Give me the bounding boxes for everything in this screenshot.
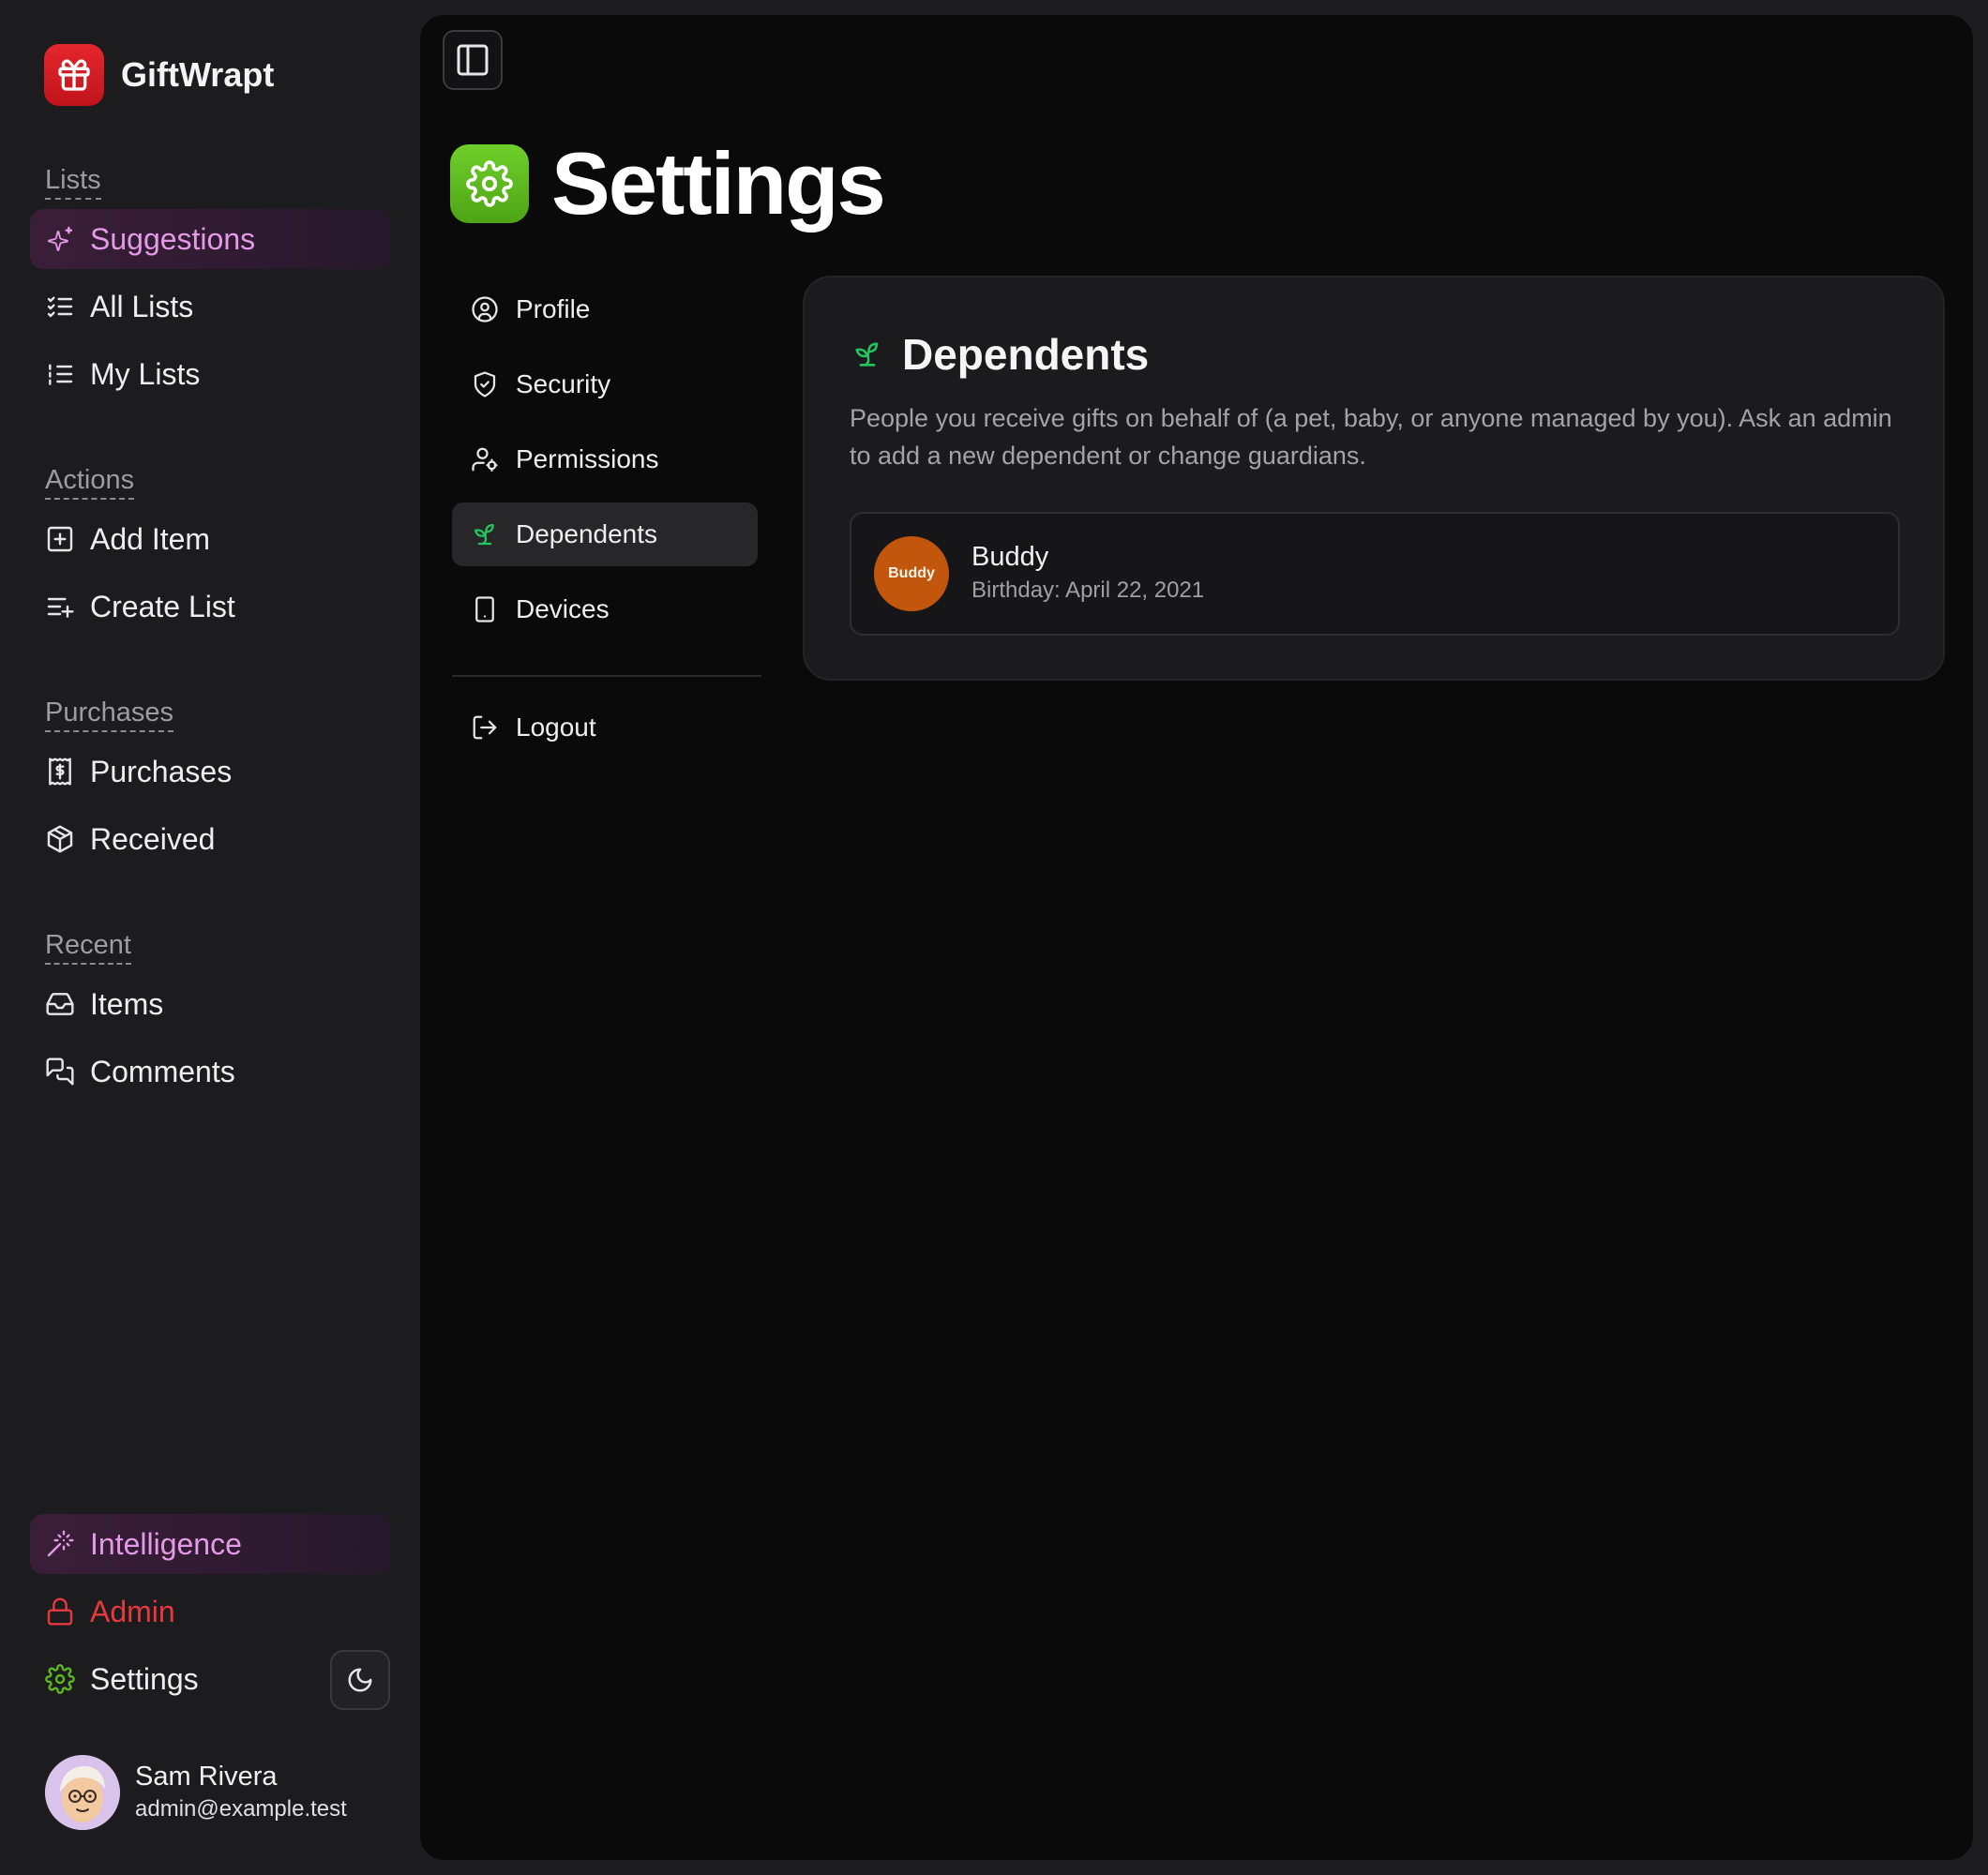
dependent-birthday: Birthday: April 22, 2021 [971, 578, 1205, 603]
sidebar-item-label: Admin [90, 1594, 175, 1628]
divider [452, 675, 761, 677]
sidebar-item-suggestions[interactable]: Suggestions [30, 209, 390, 269]
sidebar-item-comments[interactable]: Comments [30, 1042, 390, 1102]
settings-tab-security[interactable]: Security [452, 352, 758, 416]
package-icon [47, 825, 73, 853]
logout-button[interactable]: Logout [452, 696, 758, 759]
settings-tab-dependents[interactable]: Dependents [452, 502, 758, 566]
section-label-purchases: Purchases [45, 697, 174, 732]
sidebar-item-add-item[interactable]: Add Item [30, 509, 390, 569]
user-name: Sam Rivera [135, 1762, 278, 1792]
sidebar-item-label: Items [90, 986, 164, 1021]
sidebar-item-purchases[interactable]: Purchases [30, 742, 390, 802]
shield-check-icon [474, 371, 496, 398]
sidebar-item-intelligence[interactable]: Intelligence [30, 1514, 390, 1574]
gear-icon [450, 144, 529, 223]
magic-wand-icon [47, 1530, 74, 1557]
sidebar-item-label: Settings [90, 1661, 199, 1696]
settings-tab-label: Logout [516, 712, 596, 742]
sidebar-toggle-button[interactable] [443, 30, 503, 90]
plus-square-icon [47, 526, 73, 552]
theme-toggle-button[interactable] [330, 1650, 390, 1710]
avatar [45, 1755, 120, 1830]
sidebar-item-label: Intelligence [90, 1526, 242, 1561]
tablet-icon [475, 596, 494, 622]
messages-icon [46, 1058, 74, 1086]
card-description: People you receive gifts on behalf of (a… [850, 404, 1892, 470]
sidebar-item-create-list[interactable]: Create List [30, 577, 390, 637]
settings-tab-label: Security [516, 369, 611, 398]
main-content: Settings Profile Security Permissions De… [420, 15, 1973, 1860]
sidebar-item-items[interactable]: Items [30, 974, 390, 1034]
section-label-lists: Lists [45, 164, 101, 200]
page-header: Settings [450, 134, 886, 232]
sparkles-icon [48, 226, 73, 251]
gear-icon [45, 1664, 75, 1694]
panel-left-icon [457, 44, 489, 76]
sidebar-item-my-lists[interactable]: My Lists [30, 344, 390, 404]
settings-tab-profile[interactable]: Profile [452, 278, 758, 341]
sidebar-item-label: Add Item [90, 521, 211, 556]
dependent-name: Buddy [971, 542, 1049, 572]
user-email: admin@example.test [135, 1796, 347, 1822]
page-title: Settings [551, 134, 886, 232]
dependents-card: Dependents People you receive gifts on b… [803, 276, 1945, 681]
gift-icon [44, 44, 104, 106]
list-checks-icon [47, 296, 73, 318]
app-name: GiftWrapt [121, 55, 275, 94]
section-label-recent: Recent [45, 929, 131, 965]
sidebar: GiftWrapt Lists Suggestions All Lists My… [0, 0, 420, 1875]
settings-tab-label: Profile [516, 294, 591, 323]
list-ordered-icon [49, 364, 73, 385]
sidebar-item-label: Suggestions [90, 221, 256, 256]
inbox-icon [46, 993, 74, 1015]
dependent-row[interactable]: Buddy Buddy Birthday: April 22, 2021 [850, 512, 1900, 636]
settings-tab-devices[interactable]: Devices [452, 578, 758, 641]
brand[interactable]: GiftWrapt [44, 44, 274, 106]
user-profile[interactable]: Sam Rivera admin@example.test [45, 1755, 347, 1830]
settings-tab-permissions[interactable]: Permissions [452, 428, 758, 491]
sidebar-item-label: Create List [90, 589, 235, 623]
user-circle-icon [472, 296, 498, 322]
receipt-icon [49, 758, 71, 786]
sidebar-item-label: Received [90, 821, 216, 856]
sprout-icon [855, 342, 879, 367]
sidebar-item-label: Comments [90, 1054, 235, 1088]
section-label-actions: Actions [45, 464, 135, 500]
sidebar-item-all-lists[interactable]: All Lists [30, 277, 390, 337]
sidebar-item-label: All Lists [90, 289, 194, 323]
user-cog-icon [472, 447, 498, 472]
dependent-avatar: Buddy [874, 536, 949, 611]
settings-tab-label: Devices [516, 594, 610, 623]
list-plus-icon [47, 597, 74, 618]
sidebar-item-label: My Lists [90, 356, 201, 391]
sidebar-item-admin[interactable]: Admin [30, 1582, 390, 1642]
sidebar-item-label: Purchases [90, 754, 233, 788]
moon-icon [348, 1668, 372, 1692]
settings-tab-label: Permissions [516, 444, 659, 473]
card-title: Dependents [902, 330, 1150, 379]
sidebar-item-received[interactable]: Received [30, 809, 390, 869]
settings-tab-label: Dependents [516, 519, 658, 548]
sidebar-item-settings[interactable]: Settings [30, 1649, 311, 1709]
lock-icon [47, 1598, 73, 1626]
sprout-icon [474, 523, 494, 546]
log-out-icon [473, 715, 497, 740]
